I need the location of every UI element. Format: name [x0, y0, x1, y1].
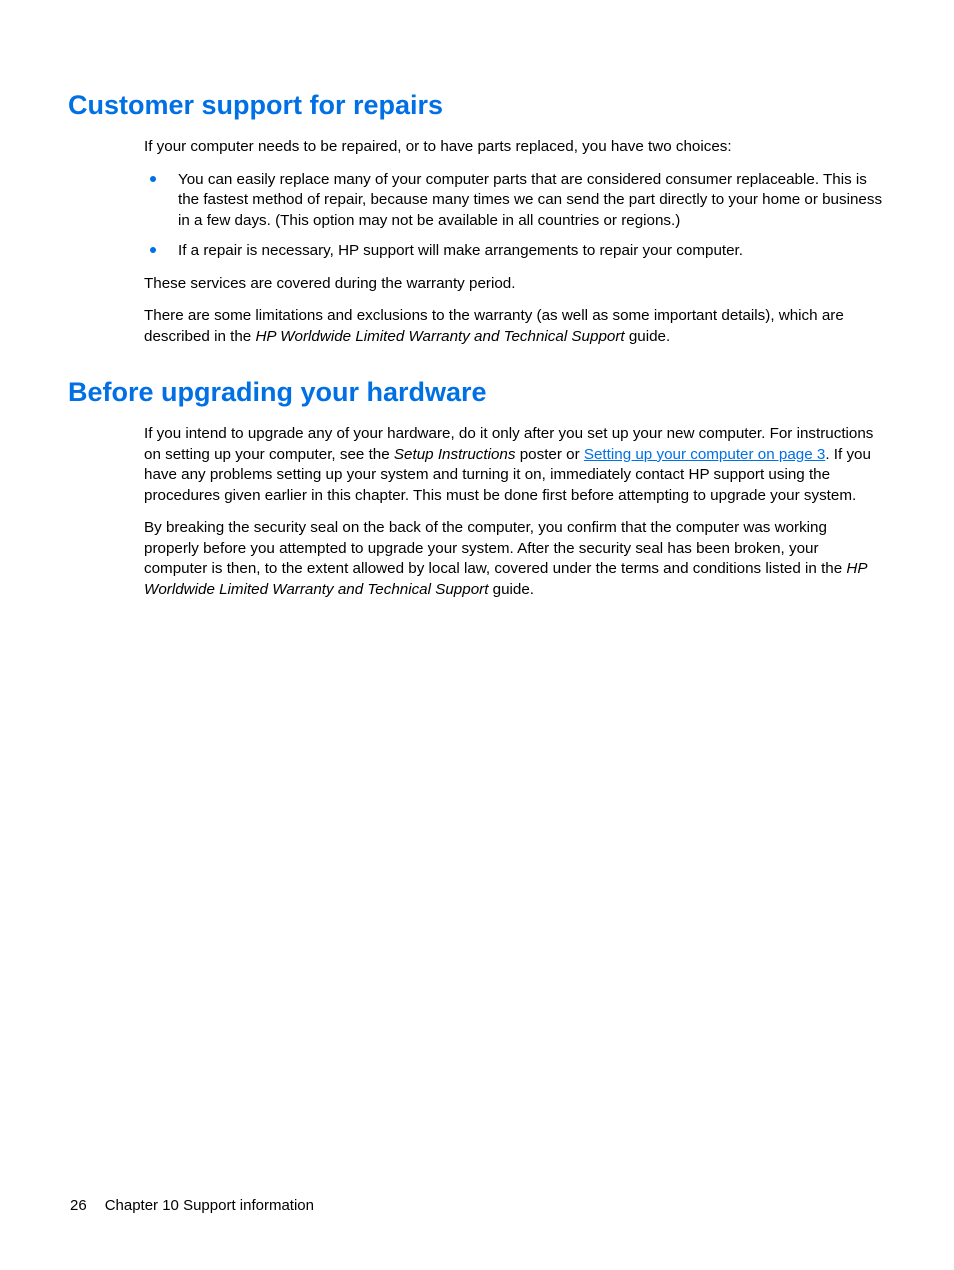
section1-intro: If your computer needs to be repaired, o…: [144, 137, 886, 158]
text-run: By breaking the security seal on the bac…: [144, 519, 846, 577]
section-heading-before-upgrading: Before upgrading your hardware: [68, 377, 886, 408]
list-item: If a repair is necessary, HP support wil…: [144, 241, 886, 262]
page-footer: 26 Chapter 10 Support information: [70, 1197, 314, 1214]
text-run: poster or: [515, 446, 583, 463]
section1-bullets: You can easily replace many of your comp…: [144, 170, 886, 262]
section-heading-customer-support: Customer support for repairs: [68, 90, 886, 121]
list-item: You can easily replace many of your comp…: [144, 170, 886, 232]
section1-para2: These services are covered during the wa…: [144, 274, 886, 295]
section1-para3: There are some limitations and exclusion…: [144, 306, 886, 347]
text-run: guide.: [625, 328, 671, 345]
chapter-label: Chapter 10 Support information: [105, 1197, 314, 1214]
text-run: guide.: [488, 581, 534, 598]
section1-body: If your computer needs to be repaired, o…: [144, 137, 886, 347]
page-number: 26: [70, 1197, 87, 1214]
setup-link[interactable]: Setting up your computer on page 3: [584, 446, 825, 463]
section2-para1: If you intend to upgrade any of your har…: [144, 424, 886, 506]
emphasized-title: Setup Instructions: [394, 446, 516, 463]
section2-body: If you intend to upgrade any of your har…: [144, 424, 886, 600]
emphasized-title: HP Worldwide Limited Warranty and Techni…: [255, 328, 624, 345]
section2-para2: By breaking the security seal on the bac…: [144, 518, 886, 600]
